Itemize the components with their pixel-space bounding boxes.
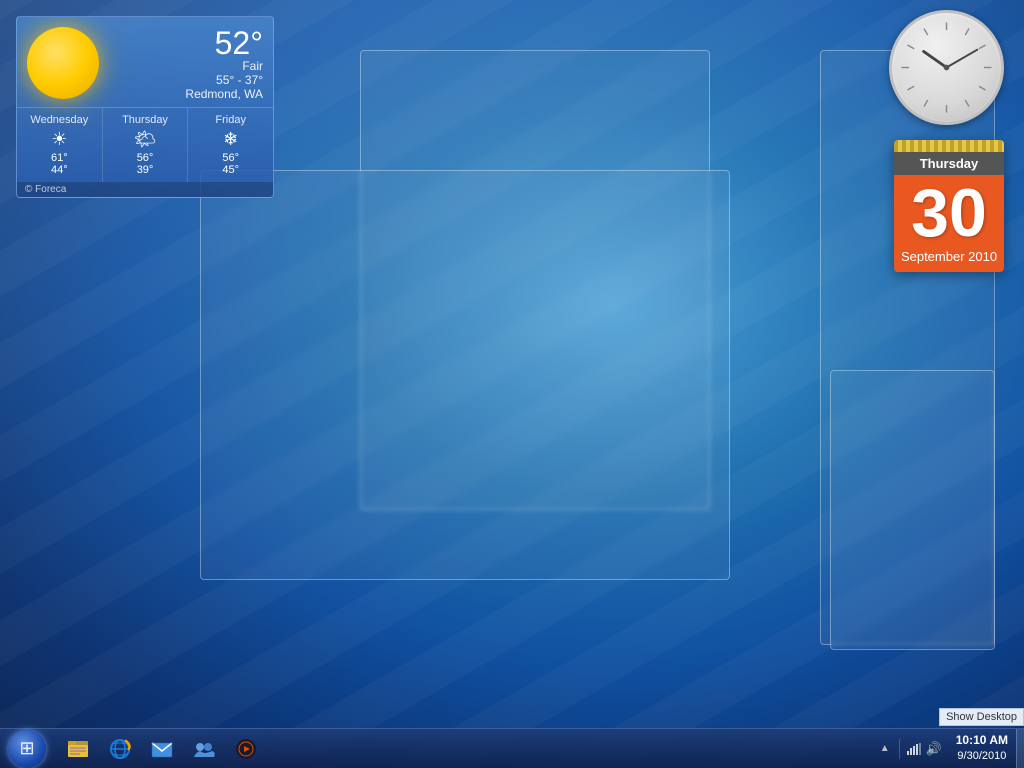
weather-condition: Fair: [107, 59, 263, 73]
aero-panel-2: [200, 170, 730, 580]
network-icon[interactable]: [906, 741, 922, 757]
notification-arrow[interactable]: ▲: [877, 741, 893, 757]
weather-info: 52° Fair 55° - 37° Redmond, WA: [107, 27, 263, 101]
taskbar-clock-time: 10:10 AM: [956, 732, 1008, 749]
start-orb: [8, 730, 46, 768]
forecast-friday: Friday ❄ 56°45°: [188, 108, 273, 182]
volume-icon[interactable]: 🔊: [926, 741, 942, 757]
calendar-body: 30 September 2010: [894, 175, 1004, 272]
taskbar-icons: [54, 729, 270, 768]
calendar-day-name: Thursday: [894, 152, 1004, 175]
calendar-widget[interactable]: Thursday 30 September 2010: [894, 140, 1004, 272]
taskbar-clock-date: 9/30/2010: [957, 749, 1006, 764]
weather-sun-icon: [27, 27, 99, 99]
show-desktop-button[interactable]: [1016, 729, 1024, 768]
start-button[interactable]: [0, 729, 54, 768]
forecast-thursday: Thursday 🌤 56°39°: [103, 108, 189, 182]
mediaplayer-icon: [234, 737, 258, 761]
weather-location: Redmond, WA: [107, 87, 263, 101]
tray-icons-container: ▲ 🔊: [871, 739, 948, 759]
weather-forecast: Wednesday ☀ 61°44° Thursday 🌤 56°39° Fri…: [17, 107, 273, 182]
clock-face: [889, 10, 1004, 125]
taskbar-icon-explorer[interactable]: [58, 731, 98, 767]
desktop: 52° Fair 55° - 37° Redmond, WA Wednesday…: [0, 0, 1024, 768]
calendar-month-year: September 2010: [898, 249, 1000, 264]
weather-main: 52° Fair 55° - 37° Redmond, WA: [17, 17, 273, 107]
weather-widget[interactable]: 52° Fair 55° - 37° Redmond, WA Wednesday…: [16, 16, 274, 198]
aero-panel-4: [830, 370, 995, 650]
taskbar-clock[interactable]: 10:10 AM 9/30/2010: [948, 729, 1016, 768]
forecast-wednesday: Wednesday ☀ 61°44°: [17, 108, 103, 182]
calendar-binding-top: [894, 140, 1004, 152]
clock-widget[interactable]: [889, 10, 1004, 125]
tray-separator: [899, 739, 900, 759]
ie-icon: [108, 737, 132, 761]
weather-temperature: 52°: [107, 27, 263, 59]
taskbar-icon-mail[interactable]: [142, 731, 182, 767]
calendar-day-number: 30: [898, 179, 1000, 247]
taskbar-icon-ie[interactable]: [100, 731, 140, 767]
clock-svg: [892, 13, 1001, 122]
show-desktop-label: Show Desktop: [939, 708, 1024, 726]
system-tray: ▲ 🔊 10:10 AM: [871, 729, 1024, 768]
taskbar: ▲ 🔊 10:10 AM: [0, 728, 1024, 768]
weather-attribution: © Foreca: [17, 182, 273, 197]
mail-icon: [150, 737, 174, 761]
messenger-icon: [192, 737, 216, 761]
explorer-icon: [66, 737, 90, 761]
taskbar-icon-messenger[interactable]: [184, 731, 224, 767]
taskbar-icon-mediaplayer[interactable]: [226, 731, 266, 767]
weather-range: 55° - 37°: [107, 73, 263, 87]
